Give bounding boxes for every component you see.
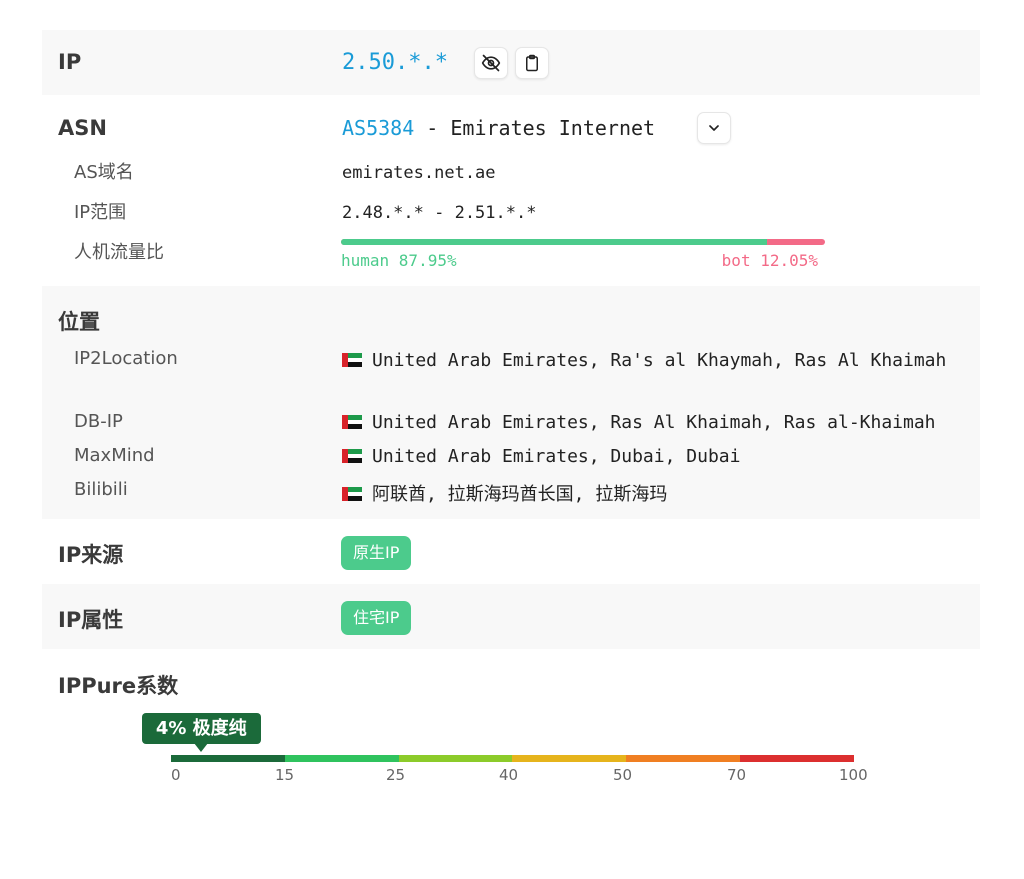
scale-segment [626,755,741,762]
asn-separator: - [414,116,451,140]
scale-tick: 70 [727,766,747,784]
scale-tick: 40 [499,766,519,784]
uae-flag-icon [342,353,362,367]
purity-scale-bar [171,755,854,762]
asn-value: AS5384 - Emirates Internet [342,116,655,140]
location-source-maxmind: MaxMind [74,445,155,466]
uae-flag-icon [342,449,362,463]
ip-attribute-badge: 住宅IP [341,601,412,635]
asn-name: Emirates Internet [450,116,656,140]
uae-flag-icon [342,415,362,429]
location-text: United Arab Emirates, Ra's al Khaymah, R… [372,350,947,371]
scale-tick: 50 [613,766,633,784]
purity-indicator-pointer [194,743,209,752]
hide-ip-button[interactable] [474,47,508,79]
scale-tick: 100 [839,766,868,784]
copy-ip-button[interactable] [515,47,549,79]
scale-segment [171,755,285,762]
ip-row-bg [42,30,980,95]
location-label: 位置 [58,310,100,334]
location-value-ip2location: United Arab Emirates, Ra's al Khaymah, R… [342,350,946,371]
scale-tick: 25 [386,766,406,784]
location-source-dbip: DB-IP [74,411,123,432]
location-value-bilibili: 阿联酋, 拉斯海玛酋长国, 拉斯海玛 [342,480,667,506]
scale-segment [512,755,627,762]
location-text: 阿联酋, 拉斯海玛酋长国, 拉斯海玛 [372,484,668,505]
clipboard-icon [526,54,538,72]
purity-indicator-text: 4% 极度纯 [155,718,247,739]
ip-value: 2.50.*.* [342,50,448,75]
location-text: United Arab Emirates, Ras Al Khaimah, Ra… [372,412,936,433]
ip-label: IP [58,50,82,74]
uae-flag-icon [342,487,362,501]
asn-expand-button[interactable] [697,112,731,144]
ip-range-label: IP范围 [74,202,127,223]
ip-attribute-label: IP属性 [58,608,124,632]
purity-indicator: 4% 极度纯 [141,713,261,744]
location-source-bilibili: Bilibili [74,479,128,500]
as-domain-value: emirates.net.ae [342,163,496,183]
scale-segment [284,755,399,762]
scale-segment [398,755,513,762]
as-domain-label: AS域名 [74,162,134,183]
scale-tick: 15 [275,766,295,784]
asn-number-link[interactable]: AS5384 [342,116,414,140]
asn-label: ASN [58,116,107,140]
traffic-ratio-label: 人机流量比 [74,242,164,263]
chevron-down-icon [709,125,719,131]
eye-off-icon [481,54,501,72]
ippure-label: IPPure系数 [58,674,179,698]
ip-source-label: IP来源 [58,543,124,567]
location-source-ip2location: IP2Location [74,348,178,369]
bot-ratio-text: bot 12.05% [721,251,818,270]
human-fill [341,239,767,245]
location-text: United Arab Emirates, Dubai, Dubai [372,446,741,467]
scale-segment [740,755,854,762]
location-value-maxmind: United Arab Emirates, Dubai, Dubai [342,446,740,467]
location-value-dbip: United Arab Emirates, Ras Al Khaimah, Ra… [342,412,936,433]
traffic-ratio-bar [341,239,825,245]
scale-tick: 0 [171,766,181,784]
ip-range-value: 2.48.*.* - 2.51.*.* [342,203,537,223]
ip-source-badge: 原生IP [341,536,412,570]
attribute-row-bg [42,584,980,649]
human-ratio-text: human 87.95% [341,251,457,270]
